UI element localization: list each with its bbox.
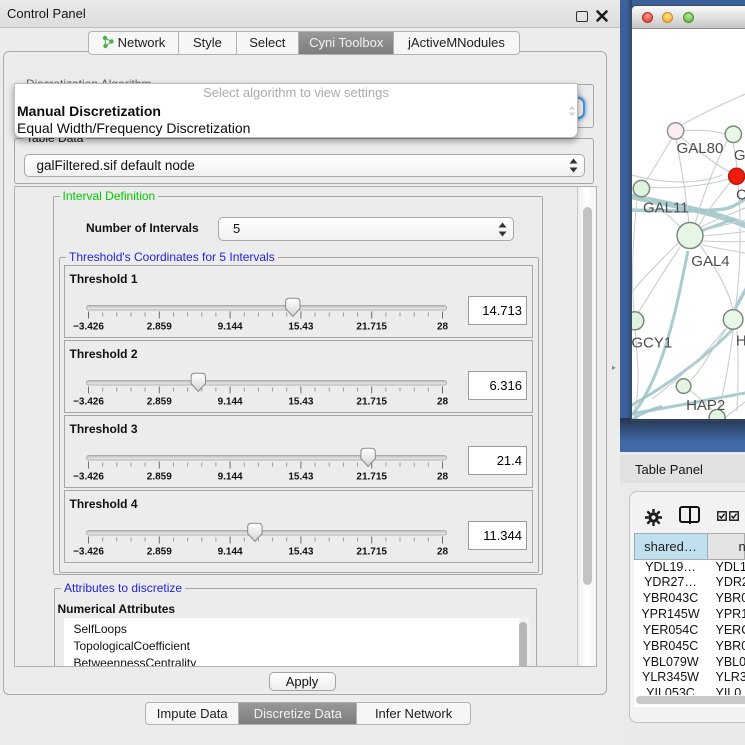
svg-text:2.859: 2.859 [147,546,172,557]
svg-text:HIS4: HIS4 [736,332,745,349]
svg-text:15.43: 15.43 [288,396,313,407]
svg-text:2.859: 2.859 [147,321,172,332]
svg-text:15.43: 15.43 [288,321,313,332]
svg-text:9.144: 9.144 [218,396,243,407]
svg-text:−3.426: −3.426 [73,471,104,482]
svg-text:9.144: 9.144 [218,471,243,482]
svg-text:28: 28 [437,471,449,482]
svg-text:GAL11: GAL11 [643,199,689,216]
svg-text:28: 28 [437,546,449,557]
svg-text:21.715: 21.715 [356,471,387,482]
svg-text:21.715: 21.715 [356,396,387,407]
svg-text:−3.426: −3.426 [73,321,104,332]
svg-text:HAP2: HAP2 [686,396,725,413]
svg-text:GAL3: GAL3 [734,147,745,164]
svg-text:9.144: 9.144 [218,321,243,332]
svg-text:15.43: 15.43 [288,546,313,557]
svg-text:2.859: 2.859 [147,471,172,482]
svg-text:−3.426: −3.426 [73,546,104,557]
svg-text:GAL80: GAL80 [677,140,724,157]
svg-text:21.715: 21.715 [356,546,387,557]
svg-text:CRM1: CRM1 [736,186,745,203]
svg-text:GAL4: GAL4 [691,252,729,269]
svg-text:9.144: 9.144 [218,546,243,557]
svg-text:−3.426: −3.426 [73,396,104,407]
svg-text:28: 28 [437,396,449,407]
svg-text:21.715: 21.715 [356,321,387,332]
svg-text:2.859: 2.859 [147,396,172,407]
svg-text:28: 28 [437,321,449,332]
svg-text:15.43: 15.43 [288,471,313,482]
svg-text:GCY1: GCY1 [632,334,672,351]
